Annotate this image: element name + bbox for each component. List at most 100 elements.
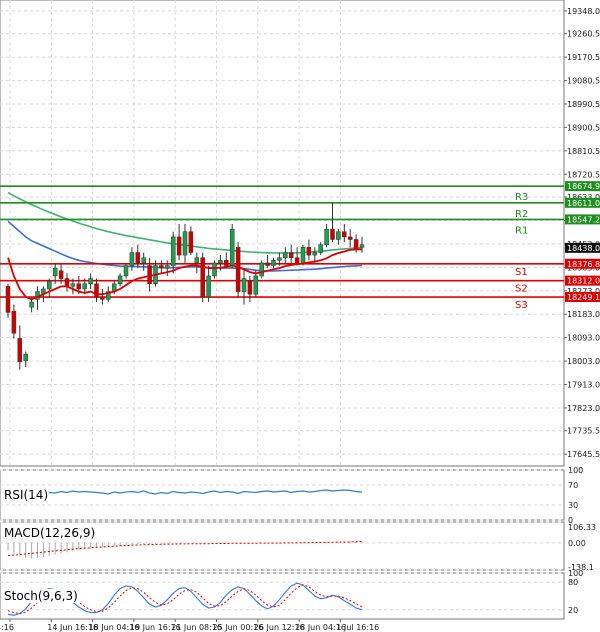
candle-body: [182, 231, 188, 256]
macd-bar: [214, 542, 215, 544]
macd-bar: [101, 542, 103, 548]
stoch-panel: 10080 20: [0, 569, 583, 620]
candle-body: [288, 252, 294, 258]
level-tag-r2: 18611.0: [567, 199, 600, 208]
level-tag-s3: 18249.1: [567, 293, 600, 302]
price-tick-label: 19170.5: [567, 53, 600, 62]
macd-bar: [137, 542, 139, 545]
time-tick-label: 4:16: [0, 623, 14, 632]
candle-body: [229, 228, 235, 266]
macd-bar: [66, 542, 68, 553]
candle-body: [194, 257, 200, 264]
candle-body: [176, 236, 182, 256]
price-tick-label: 18093.0: [567, 334, 600, 343]
macd-bar: [178, 542, 180, 544]
candle-body: [241, 278, 247, 292]
time-tick-label: 1 Jul 16:16: [336, 623, 379, 632]
candle-body: [76, 283, 82, 290]
candle-body: [277, 257, 282, 261]
candle-body: [300, 247, 306, 264]
candle-body: [70, 283, 76, 287]
macd-bar: [361, 541, 363, 543]
candle-body: [235, 247, 241, 292]
candle-body: [247, 280, 253, 295]
rsi-tick-label: 100: [568, 466, 583, 475]
stoch-tick-label: 80: [568, 578, 578, 587]
macd-bar: [237, 542, 239, 544]
candle-body: [212, 262, 217, 277]
level-label-r1: R1: [515, 225, 528, 236]
price-panel-frame: [0, 0, 565, 467]
macd-title: MACD(12,26,9): [3, 526, 97, 540]
macd-bar: [314, 542, 316, 543]
candle-body: [259, 262, 264, 277]
rsi-tick-label: 30: [568, 501, 578, 510]
candle-body: [123, 265, 129, 277]
candle-body: [347, 236, 353, 240]
candle-body: [188, 231, 194, 253]
candle-body: [294, 257, 300, 264]
price-axis: 19348.0 19260.5 19170.5 19080.5 18990.5 18900…: [564, 7, 600, 459]
macd-bar: [326, 542, 328, 543]
macd-bar: [31, 542, 33, 559]
price-tick-label: 18003.0: [567, 357, 600, 366]
candle-body: [318, 244, 323, 253]
candle-body: [271, 260, 276, 266]
price-tick-label: 19080.5: [567, 77, 600, 86]
candle-body: [82, 283, 87, 290]
candle-body: [324, 228, 329, 245]
stoch-title: Stoch(9,6,3): [3, 589, 79, 603]
macd-bar: [37, 542, 38, 558]
current-price-label: 18438.0: [567, 244, 600, 253]
price-tick-label: 17913.0: [567, 381, 600, 390]
candle-body: [353, 239, 359, 251]
candle-body: [306, 247, 312, 256]
current-price-tag: 18438.0: [565, 242, 600, 253]
level-tag-s1: 18376.8: [567, 260, 600, 269]
price-tick-label: 18720.5: [567, 170, 600, 179]
candle-body: [100, 296, 105, 300]
macd-bar: [249, 542, 251, 544]
candle-body: [47, 280, 52, 290]
macd-bar: [172, 542, 174, 544]
level-label-s1: S1: [515, 267, 528, 278]
level-label-r2: R2: [515, 209, 528, 220]
candle-body: [141, 257, 146, 264]
macd-bar: [184, 542, 186, 544]
macd-bar: [143, 542, 145, 545]
candle-body: [17, 338, 23, 363]
rsi-tick-label: 70: [568, 481, 578, 490]
level-label-s3: S3: [515, 300, 528, 311]
rsi-panel-frame: [0, 469, 565, 521]
macd-bar: [349, 541, 351, 543]
level-tag-r3: 18674.9: [567, 182, 600, 191]
macd-bar: [119, 542, 121, 546]
level-label-r3: R3: [515, 192, 528, 203]
candle-body: [336, 231, 341, 240]
rsi-axis: 10070300: [568, 466, 583, 525]
macd-bar: [72, 542, 74, 552]
price-tick-label: 17735.5: [567, 427, 600, 436]
candle-body: [359, 244, 365, 248]
candle-body: [29, 301, 34, 308]
rsi-title: RSI(14): [3, 488, 50, 502]
candle-body: [165, 265, 170, 269]
macd-bar: [60, 542, 62, 554]
macd-bar: [190, 542, 192, 544]
stoch-tick-label: 100: [568, 569, 583, 578]
time-axis: 4:1614 Jun 16:1618 Jun 04:1619 Jun 16:16…: [0, 619, 379, 632]
macd-bar: [302, 542, 304, 543]
macd-bar: [337, 541, 339, 543]
candle-body: [5, 286, 11, 313]
candle-body: [342, 231, 347, 238]
candle-body: [265, 262, 270, 266]
macd-bar: [42, 542, 44, 558]
candle-body: [64, 278, 70, 287]
candle-body: [88, 278, 93, 285]
macd-bar: [160, 542, 162, 544]
macd-tick-label: 0.00: [568, 539, 586, 548]
macd-bar: [125, 542, 127, 546]
macd-bar: [54, 542, 56, 555]
candle-body: [52, 267, 58, 277]
price-tick-label: 18183.0: [567, 310, 600, 319]
